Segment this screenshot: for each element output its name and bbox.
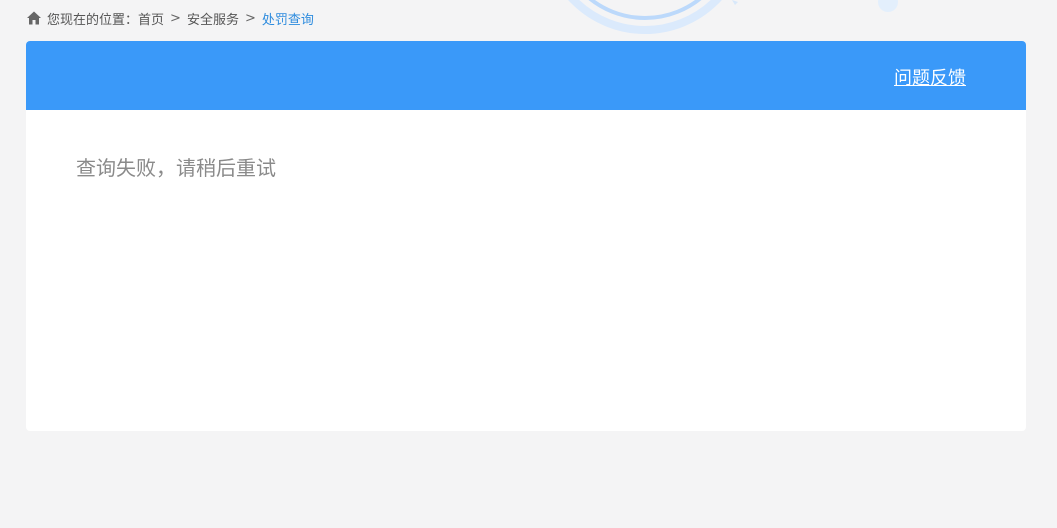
panel-body: 查询失败，请稍后重试 xyxy=(26,110,1026,223)
error-message: 查询失败，请稍后重试 xyxy=(76,156,276,180)
breadcrumb-separator: > xyxy=(244,10,256,26)
panel-header: 问题反馈 xyxy=(26,41,1026,110)
breadcrumb-home[interactable]: 首页 xyxy=(138,9,164,28)
feedback-link[interactable]: 问题反馈 xyxy=(894,64,966,90)
breadcrumb-security-services[interactable]: 安全服务 xyxy=(187,9,239,28)
breadcrumb-current: 处罚查询 xyxy=(261,12,314,28)
breadcrumb-separator: > xyxy=(170,10,181,26)
breadcrumb: 您现在的位置： 首页 > 安全服务 > 处罚查询 xyxy=(26,8,314,28)
main-panel: 问题反馈 查询失败，请稍后重试 xyxy=(26,41,1026,431)
home-icon xyxy=(26,10,42,26)
breadcrumb-prefix: 您现在的位置： xyxy=(47,12,139,28)
